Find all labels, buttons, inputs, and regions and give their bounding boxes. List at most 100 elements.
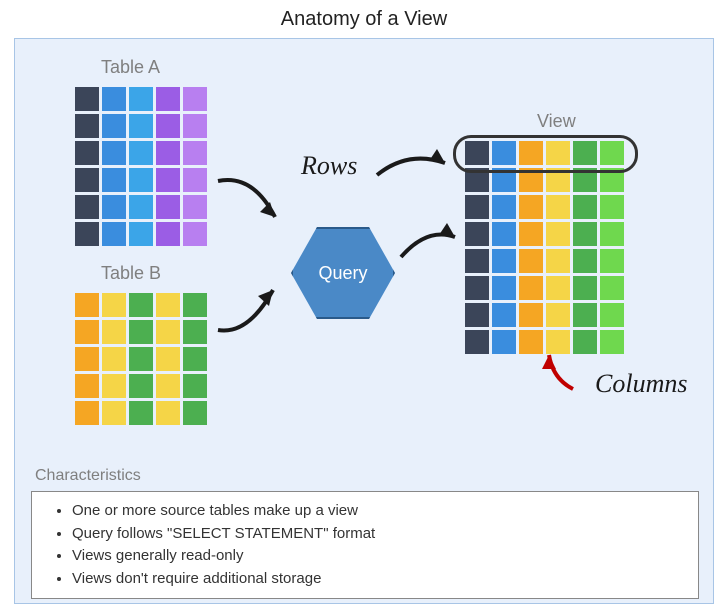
grid-cell [546, 249, 570, 273]
grid-cell [102, 168, 126, 192]
query-label: Query [318, 263, 367, 284]
grid-cell [573, 276, 597, 300]
grid-cell [129, 293, 153, 317]
grid-cell [156, 195, 180, 219]
grid-cell [573, 249, 597, 273]
grid-cell [75, 195, 99, 219]
grid-cell [129, 168, 153, 192]
grid-cell [75, 87, 99, 111]
grid-cell [129, 320, 153, 344]
grid-cell [519, 222, 543, 246]
grid-cell [75, 401, 99, 425]
grid-cell [573, 195, 597, 219]
query-hexagon: Query [291, 227, 395, 319]
grid-cell [519, 303, 543, 327]
grid-cell [546, 222, 570, 246]
table-b-label: Table B [101, 263, 161, 284]
grid-cell [600, 249, 624, 273]
grid-cell [492, 195, 516, 219]
grid-cell [546, 303, 570, 327]
grid-cell [183, 347, 207, 371]
grid-cell [75, 347, 99, 371]
page-title: Anatomy of a View [0, 0, 728, 39]
grid-cell [102, 114, 126, 138]
grid-cell [156, 347, 180, 371]
grid-cell [129, 195, 153, 219]
grid-cell [75, 320, 99, 344]
grid-cell [183, 195, 207, 219]
grid-cell [519, 249, 543, 273]
grid-cell [600, 303, 624, 327]
grid-cell [102, 141, 126, 165]
grid-cell [519, 276, 543, 300]
grid-cell [183, 168, 207, 192]
grid-cell [183, 320, 207, 344]
grid-cell [129, 114, 153, 138]
grid-cell [129, 347, 153, 371]
grid-cell [156, 141, 180, 165]
rows-highlight-box [453, 135, 638, 173]
characteristics-box: One or more source tables make up a view… [31, 491, 699, 599]
table-a-grid [75, 87, 207, 246]
grid-cell [102, 195, 126, 219]
arrow-columns-to-view [535, 349, 585, 399]
grid-cell [129, 141, 153, 165]
grid-cell [465, 276, 489, 300]
grid-cell [156, 320, 180, 344]
grid-cell [492, 222, 516, 246]
view-label: View [537, 111, 576, 132]
grid-cell [600, 195, 624, 219]
characteristics-heading: Characteristics [35, 467, 141, 485]
grid-cell [129, 374, 153, 398]
grid-cell [129, 222, 153, 246]
grid-cell [600, 276, 624, 300]
arrow-table-b-to-query [213, 275, 293, 345]
grid-cell [492, 249, 516, 273]
grid-cell [183, 293, 207, 317]
grid-cell [465, 249, 489, 273]
table-b-grid [75, 293, 207, 425]
grid-cell [156, 168, 180, 192]
grid-cell [492, 276, 516, 300]
grid-cell [102, 293, 126, 317]
grid-cell [75, 141, 99, 165]
characteristics-item: Query follows "SELECT STATEMENT" format [72, 523, 690, 546]
grid-cell [465, 195, 489, 219]
grid-cell [156, 401, 180, 425]
grid-cell [183, 141, 207, 165]
arrow-rows-to-view [373, 145, 458, 195]
grid-cell [102, 401, 126, 425]
grid-cell [129, 87, 153, 111]
grid-cell [465, 222, 489, 246]
grid-cell [129, 401, 153, 425]
grid-cell [546, 276, 570, 300]
arrow-table-a-to-query [213, 169, 293, 239]
grid-cell [183, 114, 207, 138]
grid-cell [183, 222, 207, 246]
characteristics-list: One or more source tables make up a view… [72, 500, 690, 590]
grid-cell [102, 374, 126, 398]
grid-cell [75, 168, 99, 192]
grid-cell [183, 401, 207, 425]
grid-cell [573, 303, 597, 327]
grid-cell [600, 222, 624, 246]
grid-cell [465, 330, 489, 354]
rows-annotation: Rows [301, 151, 357, 181]
grid-cell [573, 222, 597, 246]
grid-cell [102, 87, 126, 111]
grid-cell [102, 347, 126, 371]
table-a-label: Table A [101, 57, 160, 78]
grid-cell [102, 222, 126, 246]
characteristics-item: Views don't require additional storage [72, 568, 690, 591]
grid-cell [156, 222, 180, 246]
grid-cell [492, 303, 516, 327]
grid-cell [600, 330, 624, 354]
grid-cell [156, 293, 180, 317]
characteristics-item: Views generally read-only [72, 545, 690, 568]
grid-cell [492, 330, 516, 354]
grid-cell [75, 374, 99, 398]
grid-cell [465, 303, 489, 327]
grid-cell [183, 87, 207, 111]
grid-cell [102, 320, 126, 344]
characteristics-item: One or more source tables make up a view [72, 500, 690, 523]
